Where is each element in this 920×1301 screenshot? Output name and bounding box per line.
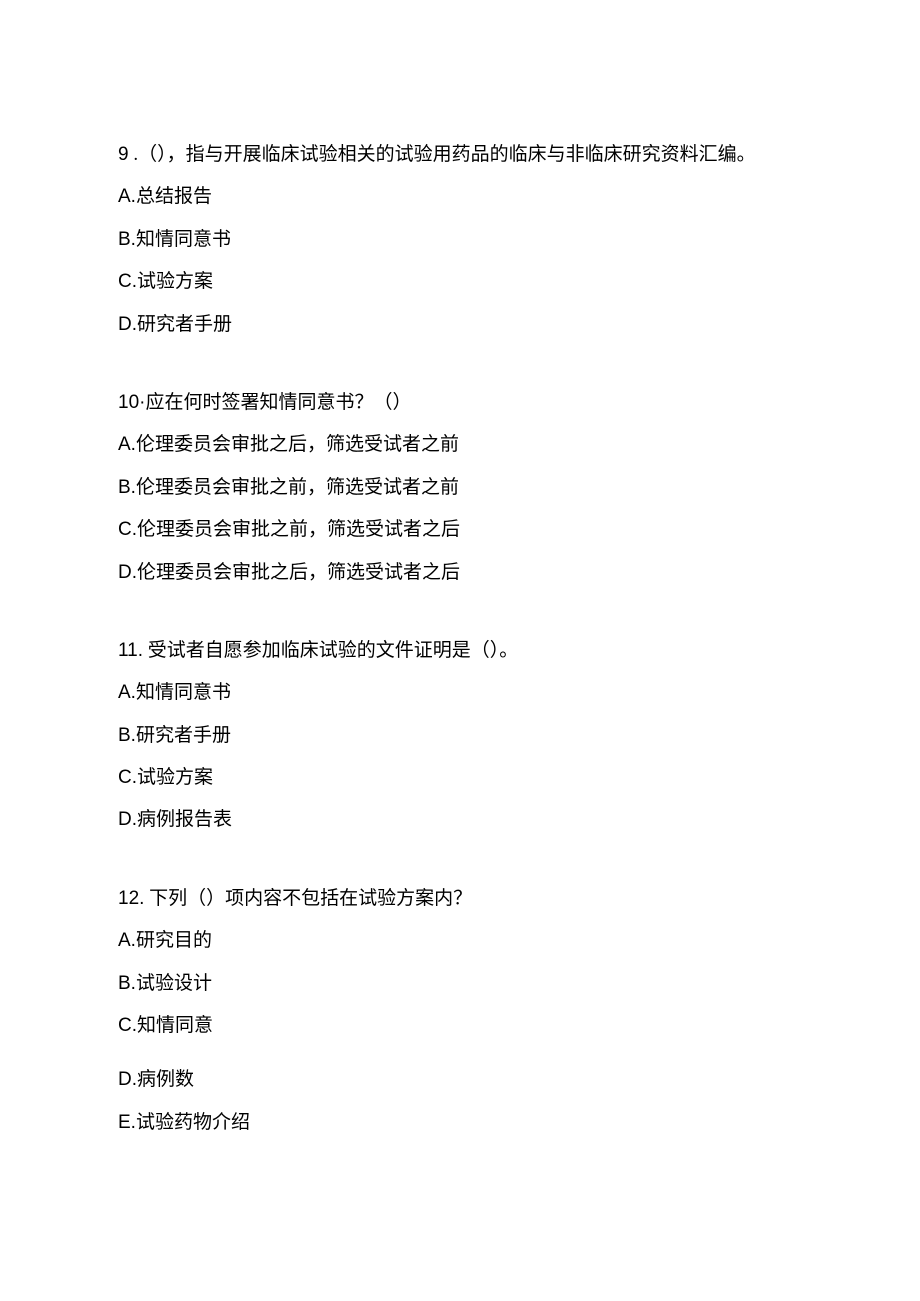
option-letter: A. [118, 186, 136, 207]
option-text: 试验设计 [136, 973, 212, 994]
question-text: （），指与开展临床试验相关的试验用药品的临床与非临床研究资料汇编。 [138, 144, 756, 165]
option-text: 试验药物介绍 [136, 1112, 250, 1133]
option-letter: C. [118, 1015, 137, 1036]
question-number: 11. [118, 640, 143, 661]
option-letter: D. [118, 314, 137, 335]
option-text: 研究者手册 [136, 725, 231, 746]
option-letter: B. [118, 973, 136, 994]
option-text: 知情同意书 [136, 229, 231, 250]
question-stem: 10·应在何时签署知情同意书？（） [118, 388, 802, 418]
option-letter: C. [118, 519, 137, 540]
option-text: 总结报告 [136, 186, 212, 207]
option: C.知情同意 [118, 1011, 802, 1041]
option-letter: A. [118, 930, 136, 951]
question-text: 受试者自愿参加临床试验的文件证明是（）。 [148, 640, 519, 661]
question-number: 10· [118, 392, 145, 413]
option-letter: A. [118, 682, 136, 703]
option-text: 试验方案 [137, 767, 213, 788]
option: A.总结报告 [118, 182, 802, 212]
question-block: 12. 下列（）项内容不包括在试验方案内？ A.研究目的 B.试验设计 C.知情… [118, 884, 802, 1138]
option-text: 研究者手册 [137, 314, 232, 335]
question-block: 11. 受试者自愿参加临床试验的文件证明是（）。 A.知情同意书 B.研究者手册… [118, 636, 802, 836]
option: A.伦理委员会审批之后，筛选受试者之前 [118, 430, 802, 460]
option: A.研究目的 [118, 926, 802, 956]
option-text: 知情同意 [137, 1015, 213, 1036]
question-block: 10·应在何时签署知情同意书？（） A.伦理委员会审批之后，筛选受试者之前 B.… [118, 388, 802, 588]
option-letter: D. [118, 1069, 137, 1090]
option: C.试验方案 [118, 267, 802, 297]
option: B.试验设计 [118, 969, 802, 999]
question-text: 下列（）项内容不包括在试验方案内？ [149, 888, 472, 909]
option: B.伦理委员会审批之前，筛选受试者之前 [118, 473, 802, 503]
option-letter: C. [118, 271, 137, 292]
option-letter: B. [118, 725, 136, 746]
option: C.试验方案 [118, 763, 802, 793]
option: B.知情同意书 [118, 225, 802, 255]
question-sep: . [129, 144, 139, 165]
option: E.试验药物介绍 [118, 1108, 802, 1138]
question-stem: 12. 下列（）项内容不包括在试验方案内？ [118, 884, 802, 914]
question-stem: 11. 受试者自愿参加临床试验的文件证明是（）。 [118, 636, 802, 666]
option-text: 伦理委员会审批之前，筛选受试者之前 [136, 477, 459, 498]
question-block: 9 .（），指与开展临床试验相关的试验用药品的临床与非临床研究资料汇编。 A.总… [118, 140, 802, 340]
option: D.伦理委员会审批之后，筛选受试者之后 [118, 558, 802, 588]
option-text: 伦理委员会审批之后，筛选受试者之前 [136, 434, 459, 455]
document-page: 9 .（），指与开展临床试验相关的试验用药品的临床与非临床研究资料汇编。 A.总… [0, 0, 920, 1286]
option-letter: D. [118, 562, 137, 583]
question-number: 9 [118, 144, 129, 165]
option-text: 病例数 [137, 1069, 194, 1090]
option: D.研究者手册 [118, 310, 802, 340]
option-letter: E. [118, 1112, 136, 1133]
question-number: 12. [118, 888, 144, 909]
question-text: 应在何时签署知情同意书？（） [145, 392, 411, 413]
option-letter: C. [118, 767, 137, 788]
option-letter: B. [118, 229, 136, 250]
option-letter: D. [118, 809, 137, 830]
option: D.病例报告表 [118, 805, 802, 835]
option-text: 伦理委员会审批之后，筛选受试者之后 [137, 562, 460, 583]
option-letter: B. [118, 477, 136, 498]
option-text: 研究目的 [136, 930, 212, 951]
option-text: 病例报告表 [137, 809, 232, 830]
option: D.病例数 [118, 1065, 802, 1095]
option-text: 知情同意书 [136, 682, 231, 703]
option-text: 试验方案 [137, 271, 213, 292]
question-stem: 9 .（），指与开展临床试验相关的试验用药品的临床与非临床研究资料汇编。 [118, 140, 802, 170]
option: C.伦理委员会审批之前，筛选受试者之后 [118, 515, 802, 545]
option: B.研究者手册 [118, 721, 802, 751]
option-text: 伦理委员会审批之前，筛选受试者之后 [137, 519, 460, 540]
option-letter: A. [118, 434, 136, 455]
option: A.知情同意书 [118, 678, 802, 708]
